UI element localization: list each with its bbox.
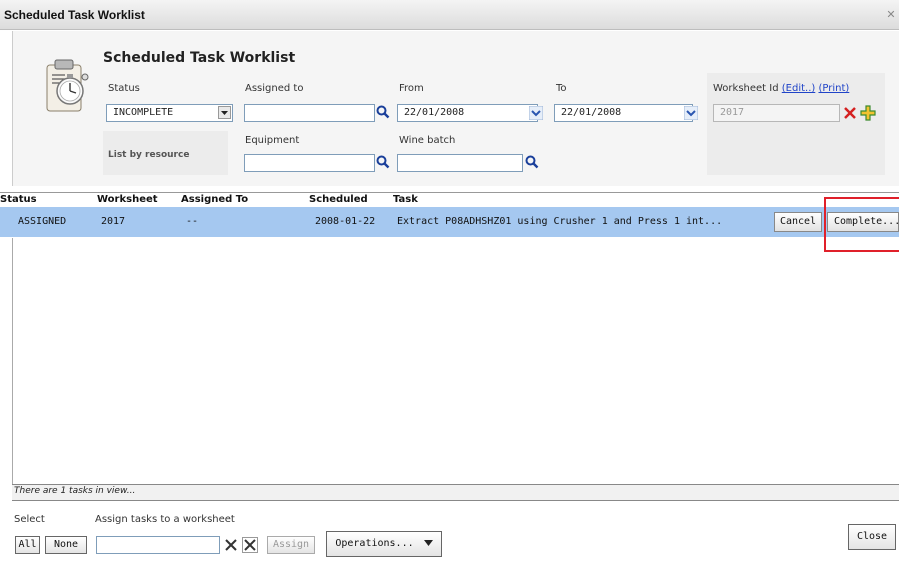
to-date-input[interactable]: 22/01/2008: [554, 104, 693, 122]
status-label: Status: [108, 83, 140, 94]
from-label: From: [399, 83, 424, 94]
status-select-value: INCOMPLETE: [113, 107, 174, 118]
clear-worksheet-icon[interactable]: [842, 105, 858, 121]
column-header-worksheet[interactable]: Worksheet: [97, 194, 158, 205]
worksheet-print-link[interactable]: (Print): [818, 83, 849, 94]
wine-batch-input[interactable]: [397, 154, 523, 172]
column-header-task[interactable]: Task: [393, 194, 418, 205]
assign-tasks-label: Assign tasks to a worksheet: [95, 514, 235, 525]
equipment-label: Equipment: [245, 135, 300, 146]
to-date-chevron-down-icon[interactable]: [684, 106, 698, 120]
assigned-to-label: Assigned to: [245, 83, 304, 94]
assign-worksheet-input[interactable]: [96, 536, 220, 554]
from-date-chevron-down-icon[interactable]: [529, 106, 543, 120]
assigned-to-input[interactable]: [244, 104, 375, 122]
assigned-to-search-icon[interactable]: [376, 105, 390, 119]
clear-assign-icon[interactable]: [223, 537, 239, 553]
task-grid-area: [12, 238, 899, 484]
worksheet-id-input[interactable]: 2017: [713, 104, 840, 122]
wine-batch-search-icon[interactable]: [525, 155, 539, 169]
worksheet-id-text: Worksheet Id: [713, 83, 779, 94]
list-by-resource-label: List by resource: [108, 150, 190, 160]
table-row[interactable]: ASSIGNED 2017 -- 2008-01-22 Extract P08A…: [0, 207, 899, 237]
status-select[interactable]: INCOMPLETE: [106, 104, 233, 122]
status-bar: There are 1 tasks in view...: [12, 484, 899, 501]
select-all-button[interactable]: All: [15, 536, 40, 554]
add-worksheet-icon[interactable]: [860, 105, 876, 121]
row-scheduled: 2008-01-22: [315, 216, 376, 227]
operations-button[interactable]: Operations...: [326, 531, 442, 557]
caret-down-icon: [423, 540, 433, 546]
column-header-assigned-to[interactable]: Assigned To: [181, 194, 248, 205]
wine-batch-label: Wine batch: [399, 135, 456, 146]
status-text: There are 1 tasks in view...: [14, 486, 136, 496]
row-task: Extract P08ADHSHZ01 using Crusher 1 and …: [397, 216, 723, 227]
select-none-button[interactable]: None: [45, 536, 87, 554]
window-titlebar: Scheduled Task Worklist ✕: [0, 0, 899, 30]
remove-assign-icon[interactable]: [242, 537, 258, 553]
panel-title: Scheduled Task Worklist: [103, 50, 296, 66]
worksheet-id-label: Worksheet Id (Edit..) (Print): [713, 83, 849, 94]
row-worksheet: 2017: [101, 216, 126, 227]
operations-label: Operations...: [335, 538, 414, 549]
table-header: Status Worksheet Assigned To Scheduled T…: [0, 192, 899, 208]
clipboard-stopwatch-icon: [46, 59, 89, 112]
equipment-input[interactable]: [244, 154, 375, 172]
assign-button[interactable]: Assign: [267, 536, 315, 554]
row-status: ASSIGNED: [18, 216, 67, 227]
window-title: Scheduled Task Worklist: [4, 8, 145, 22]
column-header-status[interactable]: Status: [0, 194, 37, 205]
status-dropdown-arrow-icon[interactable]: [218, 106, 231, 119]
close-icon[interactable]: ✕: [885, 9, 897, 21]
column-header-scheduled[interactable]: Scheduled: [309, 194, 368, 205]
to-label: To: [556, 83, 567, 94]
row-assigned-to: --: [186, 216, 199, 227]
worksheet-edit-link[interactable]: (Edit..): [782, 83, 816, 94]
filter-panel: Scheduled Task Worklist Status Assigned …: [12, 31, 899, 186]
close-button[interactable]: Close: [848, 524, 896, 550]
from-date-input[interactable]: 22/01/2008: [397, 104, 538, 122]
select-label: Select: [14, 514, 45, 525]
equipment-search-icon[interactable]: [376, 155, 390, 169]
footer-panel: Select Assign tasks to a worksheet All N…: [12, 502, 899, 564]
cancel-button[interactable]: Cancel: [774, 212, 822, 232]
